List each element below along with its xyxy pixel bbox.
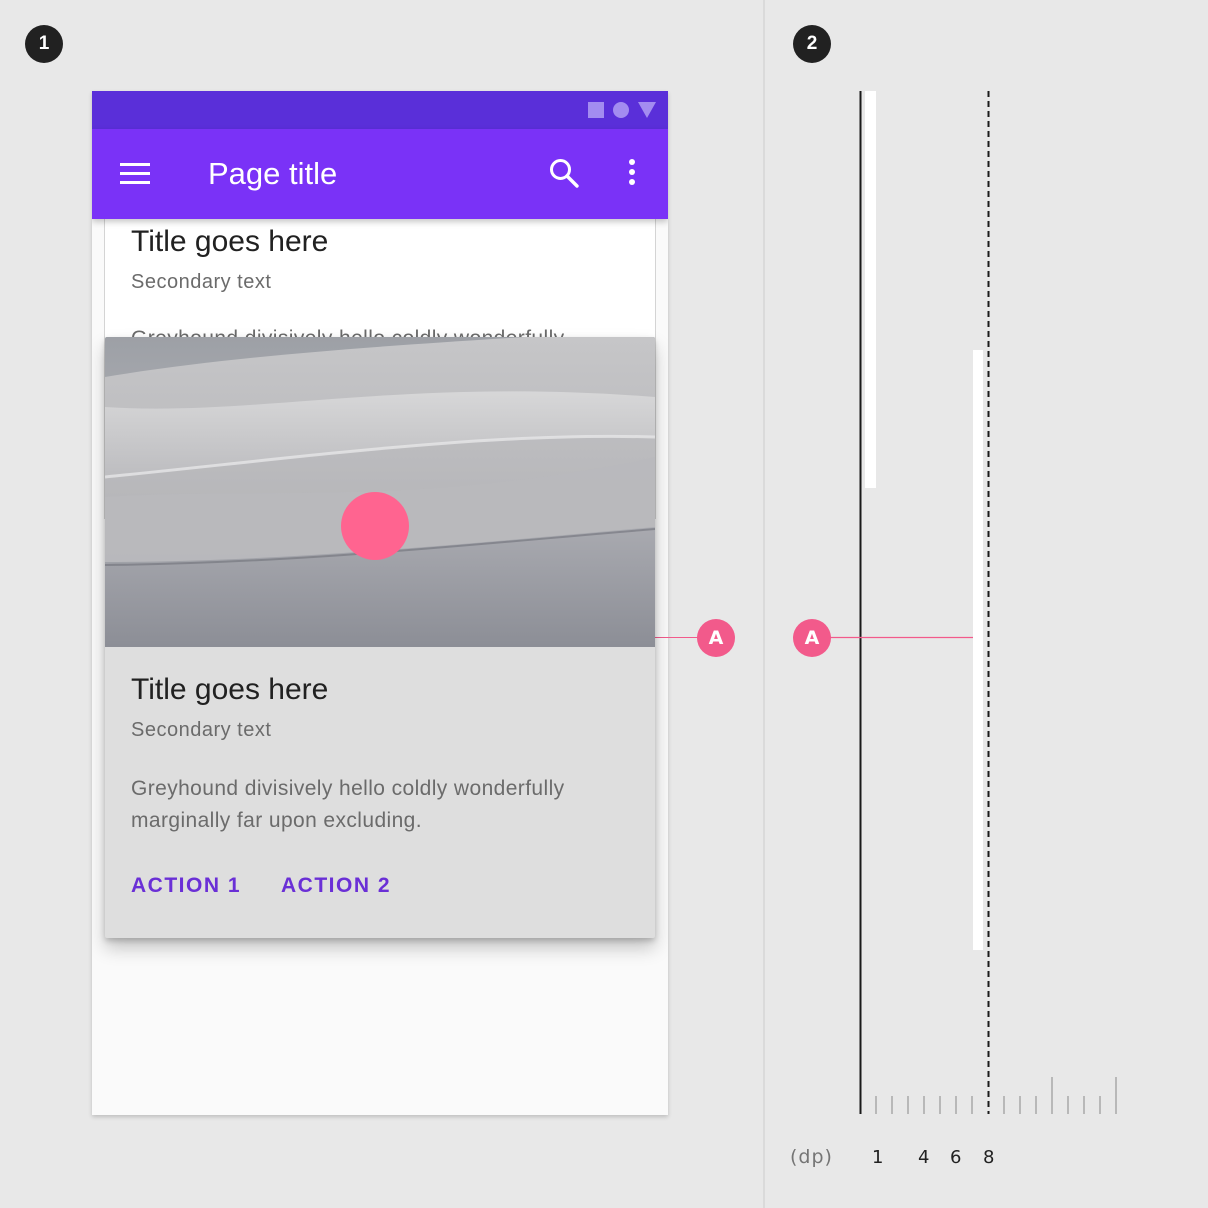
- action-2-button[interactable]: ACTION 2: [281, 874, 391, 898]
- circle-icon: [613, 102, 629, 118]
- panel-divider: [763, 0, 765, 1208]
- scale-unit-label: (dp): [790, 1146, 833, 1168]
- menu-icon[interactable]: [120, 163, 152, 187]
- scale-tick-label: 8: [983, 1147, 995, 1168]
- card-secondary-text: Secondary text: [131, 719, 272, 741]
- action-1-button[interactable]: ACTION 1: [131, 874, 241, 898]
- page-title: Page title: [208, 156, 338, 191]
- square-icon: [588, 102, 604, 118]
- card-title: Title goes here: [131, 225, 329, 258]
- more-vert-icon[interactable]: [626, 159, 638, 189]
- step-badge-2: 2: [793, 25, 831, 63]
- search-icon[interactable]: [548, 157, 580, 189]
- status-bar: [92, 91, 668, 129]
- annotation-leader-line: [655, 637, 700, 638]
- touch-indicator: [341, 492, 409, 560]
- scale-tick-label: 6: [950, 1147, 962, 1168]
- scale-tick-label: 1: [872, 1147, 884, 1168]
- card-title: Title goes here: [131, 673, 329, 706]
- annotation-badge-a: A: [697, 619, 735, 657]
- app-bar: Page title: [92, 129, 668, 219]
- annotation-badge-a: A: [793, 619, 831, 657]
- step-badge-1: 1: [25, 25, 63, 63]
- card-secondary-text: Secondary text: [131, 271, 272, 293]
- raised-card[interactable]: Title goes here Secondary text Greyhound…: [105, 337, 655, 938]
- triangle-icon: [638, 102, 656, 118]
- scale-tick-label: 4: [918, 1147, 930, 1168]
- phone-screen: Page title Title goes here Secondary tex…: [92, 91, 668, 1115]
- card-body-text: Greyhound divisively hello coldly wonder…: [131, 777, 565, 832]
